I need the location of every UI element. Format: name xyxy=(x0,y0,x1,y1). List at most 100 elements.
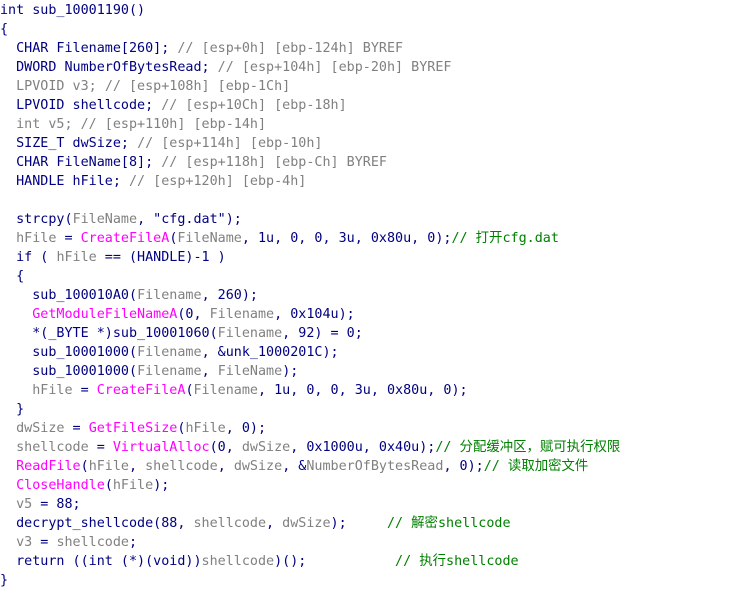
code-token[interactable]: Filename xyxy=(218,326,283,341)
code-token[interactable]: hFile xyxy=(16,231,56,246)
code-line[interactable]: DWORD NumberOfBytesRead; // [esp+104h] [… xyxy=(0,58,451,77)
code-token[interactable]: = 88; xyxy=(32,497,80,512)
code-token[interactable]: // 解密shellcode xyxy=(387,516,511,531)
code-token[interactable]: , xyxy=(218,459,234,474)
code-token[interactable]: dwSize xyxy=(16,421,64,436)
code-token[interactable]: , 1u, 0, 0, 3u, 0x80u, 0); xyxy=(242,231,452,246)
code-token[interactable]: ; xyxy=(129,535,137,550)
code-line[interactable]: CloseHandle(hFile); xyxy=(0,476,169,495)
code-line[interactable]: if ( hFile == (HANDLE)-1 ) xyxy=(0,248,226,267)
code-line[interactable]: { xyxy=(0,267,24,286)
code-line[interactable]: sub_10001000(Filename, FileName); xyxy=(0,362,298,381)
code-token[interactable] xyxy=(0,459,16,474)
code-token[interactable]: LPVOID shellcode; xyxy=(0,98,161,113)
code-token[interactable]: (0, xyxy=(177,307,209,322)
code-token[interactable]: { xyxy=(0,22,8,37)
code-token[interactable]: GetModuleFileNameA xyxy=(32,307,177,322)
code-line[interactable]: HANDLE hFile; // [esp+120h] [ebp-4h] xyxy=(0,172,306,191)
code-token[interactable] xyxy=(0,497,16,512)
code-token[interactable]: GetFileSize xyxy=(89,421,178,436)
code-token[interactable]: = xyxy=(56,231,80,246)
code-token[interactable]: // 执行shellcode xyxy=(395,554,519,569)
code-token[interactable]: return ((int (*)(void)) xyxy=(0,554,201,569)
code-token[interactable]: = xyxy=(73,383,97,398)
code-line[interactable]: sub_10001000(Filename, &unk_1000201C); xyxy=(0,343,339,362)
code-token[interactable]: CHAR FileName[8]; xyxy=(0,155,161,170)
code-token[interactable]: shellcode xyxy=(202,554,275,569)
code-token[interactable]: shellcode xyxy=(193,516,266,531)
code-token[interactable]: , 92) = 0; xyxy=(282,326,363,341)
code-token[interactable]: ( xyxy=(185,383,193,398)
code-token[interactable]: VirtualAlloc xyxy=(113,440,210,455)
code-token[interactable]: // [esp+120h] [ebp-4h] xyxy=(129,174,306,189)
code-token[interactable]: if ( xyxy=(0,250,56,265)
code-token[interactable]: dwSize xyxy=(282,516,330,531)
code-token[interactable]: ( xyxy=(105,478,113,493)
code-token[interactable]: CloseHandle xyxy=(16,478,105,493)
code-line[interactable]: v5 = 88; xyxy=(0,495,81,514)
code-token[interactable]: hFile xyxy=(32,383,72,398)
code-token[interactable]: } xyxy=(0,402,24,417)
code-line[interactable]: LPVOID shellcode; // [esp+10Ch] [ebp-18h… xyxy=(0,96,347,115)
code-token[interactable]: DWORD NumberOfBytesRead; xyxy=(0,60,218,75)
code-token[interactable]: hFile xyxy=(56,250,96,265)
code-line[interactable]: dwSize = GetFileSize(hFile, 0); xyxy=(0,419,266,438)
code-token[interactable]: CreateFileA xyxy=(81,231,170,246)
code-token[interactable]: FileName xyxy=(218,364,283,379)
code-line[interactable]: shellcode = VirtualAlloc(0, dwSize, 0x10… xyxy=(0,438,620,457)
code-token[interactable] xyxy=(0,440,16,455)
code-token[interactable]: = xyxy=(89,440,113,455)
code-token[interactable]: = xyxy=(65,421,89,436)
code-token[interactable]: , &unk_1000201C); xyxy=(202,345,339,360)
code-token[interactable]: sub_100010A0( xyxy=(0,288,137,303)
code-token[interactable] xyxy=(0,478,16,493)
code-token[interactable]: dwSize xyxy=(242,440,290,455)
code-token[interactable]: dwSize xyxy=(234,459,282,474)
code-token[interactable]: shellcode xyxy=(145,459,218,474)
code-token[interactable]: Filename xyxy=(210,307,275,322)
code-token[interactable]: , 0); xyxy=(443,459,483,474)
code-token[interactable]: , 0); xyxy=(226,421,266,436)
code-token[interactable]: NumberOfBytesRead xyxy=(306,459,443,474)
code-line[interactable]: CHAR Filename[260]; // [esp+0h] [ebp-124… xyxy=(0,39,403,58)
code-token[interactable]: (0, xyxy=(210,440,242,455)
code-token[interactable]: // [esp+10Ch] [ebp-18h] xyxy=(161,98,346,113)
code-line[interactable]: sub_100010A0(Filename, 260); xyxy=(0,286,258,305)
code-token[interactable]: Filename xyxy=(137,345,202,360)
code-line[interactable]: strcpy(FileName, "cfg.dat"); xyxy=(0,210,242,229)
pseudocode-view[interactable]: int sub_10001190() { CHAR Filename[260]; … xyxy=(0,0,750,597)
code-line[interactable]: CHAR FileName[8]; // [esp+118h] [ebp-Ch]… xyxy=(0,153,387,172)
code-line[interactable]: *(_BYTE *)sub_10001060(Filename, 92) = 0… xyxy=(0,324,363,343)
code-token[interactable]: strcpy( xyxy=(0,212,72,227)
code-token[interactable] xyxy=(0,307,32,322)
code-token[interactable]: HANDLE hFile; xyxy=(0,174,129,189)
code-token[interactable]: shellcode xyxy=(16,440,89,455)
code-token[interactable]: // [esp+0h] [ebp-124h] BYREF xyxy=(177,41,403,56)
code-token[interactable] xyxy=(0,231,16,246)
code-line[interactable]: int sub_10001190() xyxy=(0,1,145,20)
code-token[interactable] xyxy=(0,383,32,398)
code-token[interactable]: ); xyxy=(153,478,169,493)
code-token[interactable]: hFile xyxy=(185,421,225,436)
code-line[interactable]: } xyxy=(0,571,8,590)
code-token[interactable]: , "cfg.dat"); xyxy=(137,212,242,227)
code-token[interactable]: // [esp+108h] [ebp-1Ch] xyxy=(105,79,290,94)
code-token[interactable]: // 打开cfg.dat xyxy=(451,231,558,246)
code-token[interactable]: hFile xyxy=(89,459,129,474)
code-token[interactable]: Filename xyxy=(194,383,259,398)
code-line[interactable]: decrypt_shellcode(88, shellcode, dwSize)… xyxy=(0,514,511,533)
code-token[interactable]: ); xyxy=(331,516,387,531)
code-token[interactable]: decrypt_shellcode(88, xyxy=(0,516,193,531)
code-token[interactable]: FileName xyxy=(73,212,138,227)
code-token[interactable]: sub_10001000( xyxy=(0,364,137,379)
code-token[interactable]: // [esp+118h] [ebp-Ch] BYREF xyxy=(161,155,387,170)
code-line[interactable]: hFile = CreateFileA(Filename, 1u, 0, 0, … xyxy=(0,381,467,400)
code-token[interactable]: SIZE_T dwSize; xyxy=(0,136,137,151)
code-token[interactable]: , 260); xyxy=(202,288,258,303)
code-token[interactable]: // [esp+114h] [ebp-10h] xyxy=(137,136,322,151)
code-token[interactable]: == (HANDLE)-1 ) xyxy=(97,250,226,265)
code-token[interactable]: hFile xyxy=(113,478,153,493)
code-line[interactable]: hFile = CreateFileA(FileName, 1u, 0, 0, … xyxy=(0,229,559,248)
code-token[interactable]: = xyxy=(32,535,56,550)
code-token[interactable]: int sub_10001190() xyxy=(0,3,145,18)
